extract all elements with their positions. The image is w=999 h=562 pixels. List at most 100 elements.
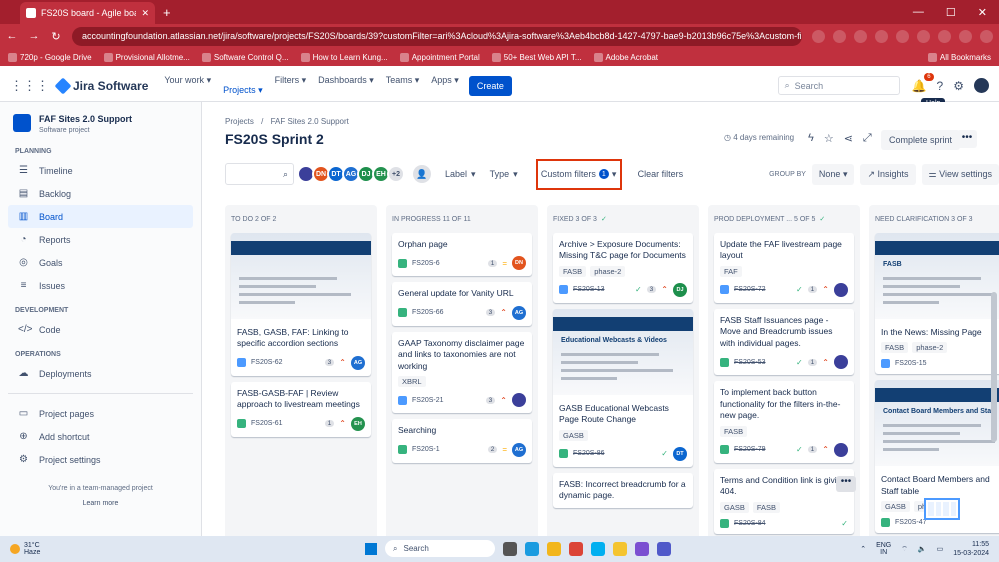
custom-filters-dropdown[interactable]: Custom filters 1 ▾ [535,158,622,190]
bookmark[interactable]: Software Control Q... [201,52,289,62]
all-bookmarks[interactable]: All Bookmarks [927,52,991,62]
puzzle-icon[interactable] [917,29,930,43]
issue-key[interactable]: FS20S-21 [412,397,481,404]
issue-key[interactable]: FS20S-15 [895,360,999,367]
windows-start-icon[interactable] [365,542,377,555]
issue-key[interactable]: FS20S-62 [251,359,320,366]
bookmark[interactable]: How to Learn Kung... [300,52,388,62]
url-field[interactable]: accountingfoundation.atlassian.net/jira/… [72,26,802,46]
profile-icon[interactable] [959,29,972,43]
sidebar-item-project-pages[interactable]: ▭ Project pages [8,402,193,425]
menu-filters[interactable]: Filters ▾ [275,65,307,106]
issue-card[interactable]: GAAP Taxonomy disclaimer page and links … [392,331,532,414]
insights-button[interactable]: ↗ Insights [860,163,916,185]
menu-teams[interactable]: Teams ▾ [386,65,420,106]
assignee-avatar[interactable]: DJ [673,282,687,297]
automation-bolt-icon[interactable]: ϟ [808,132,814,145]
card-label[interactable]: XBRL [398,376,426,388]
card-label[interactable]: phase-2 [590,265,626,277]
volume-icon[interactable]: 🔈 [918,545,927,553]
bookmark[interactable]: Appointment Portal [399,52,480,62]
assignee-avatar[interactable]: AG [512,442,526,457]
menu-dashboards[interactable]: Dashboards ▾ [318,65,374,106]
issue-card[interactable]: FASB: Incorrect breadcrumb for a dynamic… [553,472,693,508]
folder-icon[interactable] [613,541,627,556]
type-filter[interactable]: Type ▾ [490,169,518,180]
issue-card[interactable]: Educational Webcasts & Videos GASB Educat… [553,308,693,467]
assignee-avatar[interactable] [834,282,848,297]
chevron-up-icon[interactable]: ⌃ [860,545,866,553]
notifications-icon[interactable]: 🔔 6 [912,72,934,93]
extension-icon[interactable] [875,29,888,43]
forward-icon[interactable]: → [28,30,40,42]
taskview-icon[interactable] [503,541,517,556]
issue-key[interactable]: FS20S-72 [734,286,791,293]
card-label[interactable]: FASB [720,425,748,437]
issue-key[interactable]: FS20S-66 [412,309,481,316]
add-people-icon[interactable]: 👤 [413,165,431,183]
card-label[interactable]: FASB [559,265,587,277]
card-label[interactable]: FASB [752,501,781,513]
issue-key[interactable]: FS20S-79 [734,446,791,453]
issue-card[interactable]: General update for Vanity URL FS20S-66 3 ⌃ A… [392,282,532,326]
issue-key[interactable]: FS20S-1 [412,446,483,453]
sidebar-item-add-shortcut[interactable]: ⊕ Add shortcut [8,425,193,448]
assignee-avatar[interactable]: AG [351,355,365,370]
assignee-avatar[interactable] [834,355,848,370]
card-label[interactable]: phase-2 [912,342,948,354]
edge-icon[interactable] [525,541,539,556]
bookmark[interactable]: Provisional Allotme... [103,52,190,62]
sidebar-item-timeline[interactable]: ☰ Timeline [8,159,193,182]
bookmark[interactable]: 720p - Google Drive [8,52,92,62]
sidepanel-icon[interactable] [938,29,951,43]
board-scrollbar[interactable] [991,292,997,442]
fullscreen-icon[interactable]: ⤢ [863,132,872,145]
sidebar-item-issues[interactable]: ≡ Issues [8,274,193,297]
issue-key[interactable]: FS20S-84 [734,520,836,527]
more-people[interactable]: +2 [387,165,405,183]
close-window-icon[interactable]: ✕ [978,6,987,19]
card-label[interactable]: GASB [720,501,749,513]
jira-logo[interactable]: Jira Software [54,77,148,94]
card-label[interactable]: FAF [720,265,742,277]
assignee-avatar[interactable] [512,393,526,408]
issue-card[interactable]: FASB, GASB, FAF: Linking to specific acc… [231,233,371,376]
jira-search-input[interactable]: ⌕ Search [777,76,900,95]
issue-card[interactable]: Terms and Condition link is giving 404. G… [714,468,854,534]
create-button[interactable]: Create [468,75,512,96]
breadcrumb-project[interactable]: FAF Sites 2.0 Support [271,117,349,126]
issue-card[interactable]: FASB Staff Issuances page - Move and Bre… [714,308,854,376]
explorer-icon[interactable] [547,541,561,556]
label-filter[interactable]: Label ▾ [445,169,476,180]
group-by-select[interactable]: None ▾ [811,163,855,185]
sidebar-item-reports[interactable]: ◔ Reports [8,228,193,251]
extension-icon[interactable] [896,29,909,43]
issue-card[interactable]: FASB-GASB-FAF | Review approach to lives… [231,381,371,437]
settings-gear-icon[interactable]: ⚙ [953,79,964,93]
view-settings-button[interactable]: ⚌ View settings [921,163,999,185]
star-icon[interactable]: ☆ [824,132,834,145]
minimize-icon[interactable]: — [913,6,924,19]
menu-apps[interactable]: Apps ▾ [431,65,459,106]
sidebar-item-board[interactable]: ▥ Board [8,205,193,228]
reload-icon[interactable]: ↻ [50,30,62,43]
sidebar-item-project-settings[interactable]: ⚙ Project settings [8,448,193,471]
card-label[interactable]: GASB [559,429,588,441]
issue-card[interactable]: FASB In the News: Missing Page FASB phase-2… [875,233,999,375]
extension-icon[interactable] [833,29,846,43]
menu-your-work[interactable]: Your work ▾ [164,65,211,106]
issue-key[interactable]: FS20S-61 [251,420,320,427]
weather-widget[interactable]: 31°C Haze [10,542,40,556]
card-label[interactable]: FASB [881,342,909,354]
user-avatar[interactable] [974,78,989,93]
sidebar-item-deployments[interactable]: ☁ Deployments [8,362,193,385]
more-actions-button[interactable]: ••• [957,130,977,148]
project-header[interactable]: FAF Sites 2.0 Support Software project [8,114,193,134]
issue-card[interactable]: Update the FAF livestream page layout FAF… [714,233,854,303]
back-icon[interactable]: ← [6,30,18,42]
assignee-avatar[interactable]: DT [673,446,687,461]
bookmark[interactable]: 50+ Best Web API T... [491,52,582,62]
issue-key[interactable]: FS20S-53 [734,359,791,366]
battery-icon[interactable]: ▭ [937,545,944,553]
bookmark[interactable]: Adobe Acrobat [593,52,658,62]
